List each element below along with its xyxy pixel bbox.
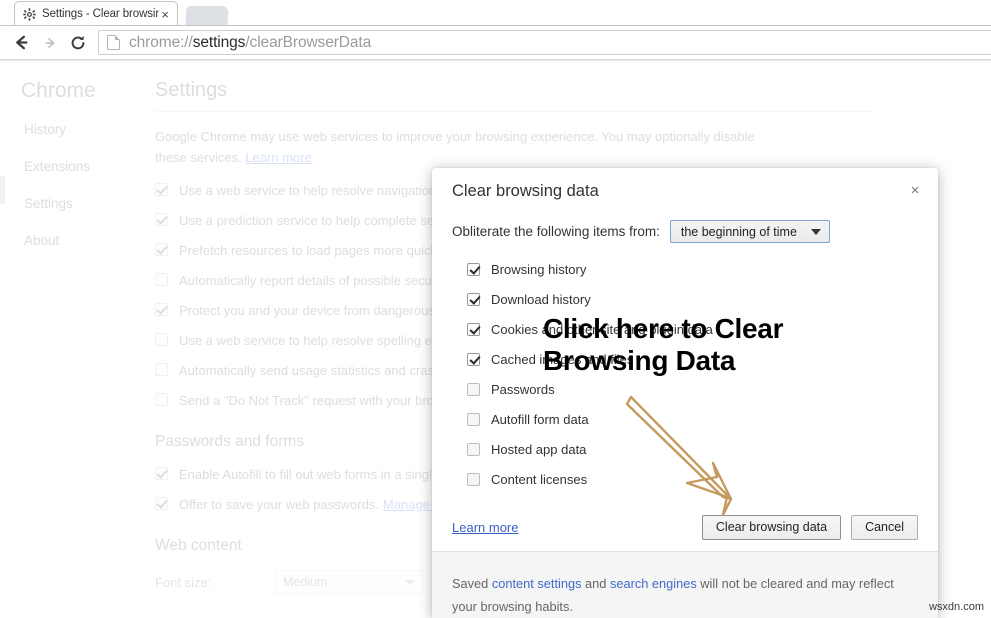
time-range-row: Obliterate the following items from: the… — [452, 220, 830, 243]
clear-browsing-data-dialog: × Clear browsing data Obliterate the fol… — [432, 168, 938, 618]
footer-note: Saved content settings and search engine… — [452, 572, 918, 618]
font-size-select[interactable]: Medium — [275, 570, 423, 594]
checkbox-icon[interactable] — [467, 322, 480, 336]
sidebar-item-settings[interactable]: Settings — [24, 196, 134, 211]
page-document-icon — [107, 35, 120, 50]
forward-arrow-icon — [36, 29, 64, 57]
checkbox-icon[interactable] — [467, 472, 480, 486]
footer-prefix: Saved — [452, 576, 492, 591]
checkbox-icon[interactable] — [467, 442, 480, 456]
chevron-down-icon — [405, 579, 415, 585]
list-item[interactable]: Passwords — [467, 374, 867, 404]
list-item-label: Download history — [491, 291, 591, 307]
privacy-description: Google Chrome may use web services to im… — [155, 126, 755, 168]
list-item[interactable]: Download history — [467, 284, 867, 314]
checkbox-icon[interactable] — [467, 352, 480, 366]
checkbox-icon[interactable] — [467, 292, 480, 306]
list-item-label: Hosted app data — [491, 441, 587, 457]
checkbox-icon[interactable] — [155, 467, 168, 480]
time-range-select[interactable]: the beginning of time — [669, 220, 830, 243]
option-label: Protect you and your device from dangero… — [179, 303, 466, 318]
option-label: Offer to save your web passwords. — [179, 497, 379, 512]
gear-icon — [23, 7, 36, 21]
annotation-line-1: Click here to Clear — [543, 313, 784, 344]
settings-sidebar: History Extensions Settings About — [24, 122, 134, 270]
clear-browsing-data-button[interactable]: Clear browsing data — [701, 514, 842, 540]
checkbox-icon[interactable] — [155, 303, 168, 316]
privacy-learn-more-link[interactable]: Learn more — [245, 150, 311, 165]
watermark: wsxdn.com — [928, 601, 984, 613]
chevron-down-icon — [810, 228, 821, 235]
tab-title: Settings - Clear browsing — [42, 8, 160, 20]
checkbox-icon[interactable] — [155, 333, 168, 346]
list-item-label: Content licenses — [491, 471, 588, 487]
option-label: Prefetch resources to load pages more qu… — [179, 243, 447, 258]
sidebar-active-marker — [0, 176, 5, 204]
checkbox-icon[interactable] — [155, 213, 168, 226]
list-item[interactable]: Browsing history — [467, 254, 867, 284]
list-item[interactable]: Hosted app data — [467, 434, 867, 464]
checkbox-icon[interactable] — [467, 382, 480, 396]
sidebar-item-extensions[interactable]: Extensions — [24, 159, 134, 174]
page-title: Settings — [155, 79, 228, 101]
sidebar-item-about[interactable]: About — [24, 233, 134, 248]
list-item[interactable]: Autofill form data — [467, 404, 867, 434]
search-engines-link[interactable]: search engines — [610, 576, 697, 591]
content-settings-link[interactable]: content settings — [492, 576, 582, 591]
title-divider — [155, 111, 871, 112]
time-range-value: the beginning of time — [680, 224, 797, 239]
checkbox-icon[interactable] — [467, 262, 480, 276]
privacy-description-line2: services. — [190, 150, 242, 165]
list-item[interactable]: Content licenses — [467, 464, 867, 494]
url-scheme: chrome:// — [129, 33, 193, 51]
footer-mid: and — [581, 576, 610, 591]
browser-window: Settings - Clear browsing × chrome://set… — [0, 0, 991, 618]
address-bar[interactable]: chrome://settings/clearBrowserData — [98, 30, 991, 55]
reload-icon[interactable] — [64, 29, 92, 57]
list-item-label: Browsing history — [491, 261, 587, 277]
url-path: /clearBrowserData — [245, 33, 372, 51]
checkbox-icon[interactable] — [155, 273, 168, 286]
sidebar-item-history[interactable]: History — [24, 122, 134, 137]
new-tab-button[interactable] — [185, 6, 229, 26]
font-size-value: Medium — [283, 575, 328, 589]
checkbox-icon[interactable] — [155, 183, 168, 196]
back-arrow-icon[interactable] — [8, 29, 36, 57]
dialog-actions: Learn more Clear browsing data Cancel — [432, 502, 938, 552]
annotation-text: Click here to Clear Browsing Data — [543, 313, 873, 377]
tab-strip: Settings - Clear browsing × — [0, 0, 991, 27]
list-item-label: Passwords — [491, 381, 555, 397]
list-item-label: Autofill form data — [491, 411, 589, 427]
dialog-title: Clear browsing data — [452, 182, 599, 200]
checkbox-icon[interactable] — [155, 393, 168, 406]
font-size-label: Font size: — [155, 574, 212, 590]
checkbox-icon[interactable] — [155, 497, 168, 510]
annotation-line-2: Browsing Data — [543, 345, 736, 376]
cancel-button[interactable]: Cancel — [851, 514, 918, 540]
tab-settings[interactable]: Settings - Clear browsing × — [1, 1, 178, 27]
url-host: settings — [192, 33, 246, 51]
tab-close-icon[interactable]: × — [159, 8, 171, 21]
checkbox-icon[interactable] — [467, 412, 480, 426]
option-label: Enable Autofill to fill out web forms in… — [179, 467, 472, 482]
learn-more-link[interactable]: Learn more — [452, 520, 518, 535]
checkbox-icon[interactable] — [155, 243, 168, 256]
obliterate-label: Obliterate the following items from: — [452, 224, 660, 239]
address-bar-url: chrome://settings/clearBrowserData — [129, 34, 371, 52]
checkbox-icon[interactable] — [155, 363, 168, 376]
chrome-brand-label: Chrome — [21, 79, 96, 102]
option-label: Use a web service to help resolve spelli… — [179, 333, 459, 348]
dialog-footer: Saved content settings and search engine… — [432, 551, 938, 618]
close-icon[interactable]: × — [904, 179, 926, 201]
option-label: Use a web service to help resolve naviga… — [179, 183, 474, 198]
